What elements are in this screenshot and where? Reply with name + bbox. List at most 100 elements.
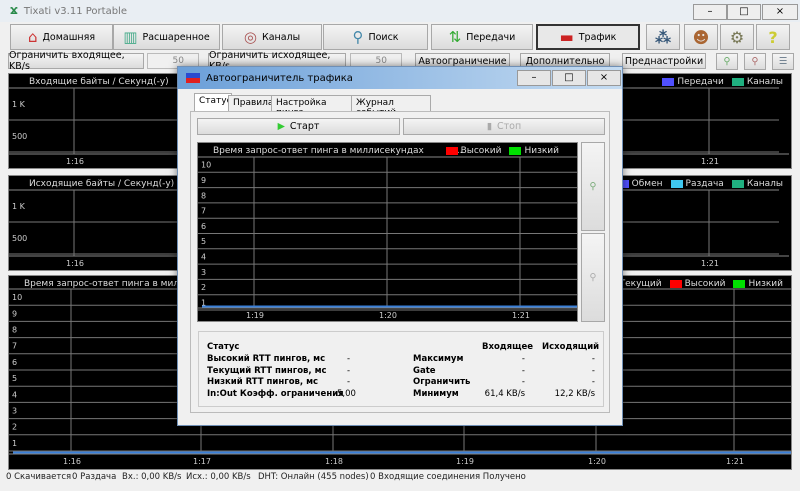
col-in-header: Входящее — [482, 342, 534, 352]
minimize-button[interactable]: – — [693, 4, 727, 20]
stats-group: Статус Входящее Исходящий Высокий RTT пи… — [198, 331, 604, 407]
help-button[interactable]: ? — [756, 24, 790, 50]
stop-label: Стоп — [497, 121, 522, 132]
dialog-close-button[interactable]: × — [587, 70, 621, 86]
limit-out-value: - — [591, 365, 595, 376]
users-button[interactable]: ☻ — [684, 24, 718, 50]
toolbar-button-4[interactable]: ⇅ Передачи — [431, 24, 533, 50]
y-tick-label: 2 — [12, 423, 17, 432]
zoom-in-button[interactable]: ⚲ — [716, 53, 738, 70]
network-button[interactable]: ⁂ — [646, 24, 680, 50]
x-tick-label: 1:21 — [701, 259, 719, 268]
start-label: Старт — [289, 121, 320, 132]
limit-out-value: - — [591, 377, 595, 387]
tab-2[interactable]: Настройка пинга — [271, 95, 353, 118]
y-tick-label: 8 — [12, 326, 17, 335]
x-tick-label: 1:16 — [63, 457, 81, 466]
status-item: DHT: Онлайн (455 nodes) — [258, 472, 369, 482]
traffic-icon — [186, 73, 200, 83]
zoom-out-icon: ⚲ — [589, 272, 597, 283]
y-tick-label: 5 — [201, 237, 206, 246]
stat-value: - — [347, 365, 351, 376]
y-tick-label: 1 — [12, 439, 17, 448]
search-icon: ⚲ — [352, 28, 364, 46]
dialog-zoom-out-button[interactable]: ⚲ — [581, 233, 605, 322]
status-item: Исх.: 0,00 KB/s — [186, 472, 251, 482]
presets-label: Преднастройки — [624, 55, 704, 67]
dialog-ping-chart: 109876543211:19 1:20 1:21 — [198, 156, 577, 320]
stat-label: Текущий RTT пингов, мс — [207, 365, 327, 376]
close-button[interactable]: × — [762, 4, 798, 20]
y-tick-label: 3 — [201, 268, 206, 277]
tab-0[interactable]: Статус — [194, 93, 232, 112]
toolbar-button-1[interactable]: ▥ Расшаренное — [113, 24, 220, 50]
toolbar-button-5[interactable]: ▬ Трафик — [536, 24, 640, 50]
maximize-button[interactable]: □ — [727, 4, 761, 20]
stat-value: 5,00 — [337, 388, 356, 399]
stat-value: - — [347, 377, 351, 387]
limit-label: Ограничить — [413, 377, 471, 387]
dialog-maximize-button[interactable]: □ — [552, 70, 586, 86]
y-tick-label: 500 — [12, 132, 27, 141]
traffic-icon: ▬ — [559, 28, 574, 46]
toolbar-button-label: Расшаренное — [142, 31, 210, 43]
toolbar-button-label: Трафик — [578, 31, 617, 43]
toolbar-button-2[interactable]: ◎ Каналы — [222, 24, 322, 50]
y-tick-label: 500 — [12, 234, 27, 243]
x-tick-label: 1:17 — [193, 457, 211, 466]
limit-in-button[interactable]: Ограничить входящее, KB/s — [8, 50, 144, 72]
app-logo-icon: Ϫ — [10, 5, 18, 17]
x-tick-label: 1:20 — [379, 311, 397, 320]
stop-icon: ▮ — [486, 121, 493, 132]
tab-3[interactable]: Журнал событий — [351, 95, 431, 118]
list-button[interactable]: ☰ — [772, 53, 794, 70]
zoom-out-button[interactable]: ⚲ — [744, 53, 766, 70]
toolbar-button-label: Домашняя — [42, 31, 96, 43]
limit-in-value: 61,4 KB/s — [484, 388, 525, 399]
status-item: Вх.: 0,00 KB/s — [122, 472, 182, 482]
limit-in-label: Ограничить входящее, KB/s — [9, 50, 125, 72]
toolbar-button-3[interactable]: ⚲ Поиск — [323, 24, 428, 50]
stat-value: - — [347, 354, 351, 364]
toolbar-button-label: Каналы — [261, 31, 301, 43]
zoom-in-icon: ⚲ — [723, 56, 731, 67]
limit-in-value: - — [521, 354, 525, 364]
presets-button[interactable]: Преднастройки — [622, 53, 706, 69]
toolbar-button-label: Передачи — [466, 31, 516, 43]
y-tick-label: 8 — [201, 191, 206, 200]
limit-in-value: - — [521, 365, 525, 376]
x-tick-label: 1:21 — [701, 157, 719, 166]
stat-label: Низкий RTT пингов, мс — [207, 377, 319, 387]
limit-label: Gate — [413, 365, 436, 376]
users-icon: ☻ — [692, 27, 710, 47]
dialog-zoom-in-button[interactable]: ⚲ — [581, 142, 605, 231]
status-item: 0 Скачивается — [6, 472, 72, 482]
gears-button[interactable]: ⚙ — [720, 24, 754, 50]
dialog-minimize-button[interactable]: – — [517, 70, 551, 86]
zoom-out-icon: ⚲ — [751, 56, 759, 67]
limit-label: Максимум — [413, 354, 464, 364]
auto-limiter-dialog: Автоограничитель трафика – □ × Статус Пра… — [177, 66, 623, 426]
x-tick-label: 1:19 — [456, 457, 474, 466]
y-tick-label: 5 — [12, 374, 17, 383]
toolbar-button-0[interactable]: ⌂ Домашняя — [10, 24, 113, 50]
y-tick-label: 7 — [12, 342, 17, 351]
stop-button[interactable]: ▮ Стоп — [403, 118, 605, 135]
y-tick-label: 10 — [12, 293, 22, 302]
start-button[interactable]: ▶ Старт — [197, 118, 400, 135]
y-tick-label: 9 — [201, 176, 206, 185]
toolbar-button-label: Поиск — [368, 31, 399, 43]
list-icon: ☰ — [778, 56, 788, 67]
stat-label: Высокий RTT пингов, мс — [207, 354, 326, 364]
y-tick-label: 6 — [12, 358, 17, 367]
status-item: 0 Раздача — [72, 472, 117, 482]
limit-out-value: 12,2 KB/s — [554, 388, 595, 399]
antenna-icon: ◎ — [243, 28, 257, 46]
dialog-title: Автоограничитель трафика — [206, 72, 353, 84]
x-tick-label: 1:16 — [66, 157, 84, 166]
home-icon: ⌂ — [27, 28, 38, 46]
auto-limit-label: Автоограничение — [418, 55, 507, 67]
dialog-ping-chart-panel: Время запрос-ответ пинга в миллисекундах… — [197, 142, 578, 322]
tab-1[interactable]: Правила — [228, 95, 274, 111]
y-tick-label: 2 — [201, 283, 206, 292]
